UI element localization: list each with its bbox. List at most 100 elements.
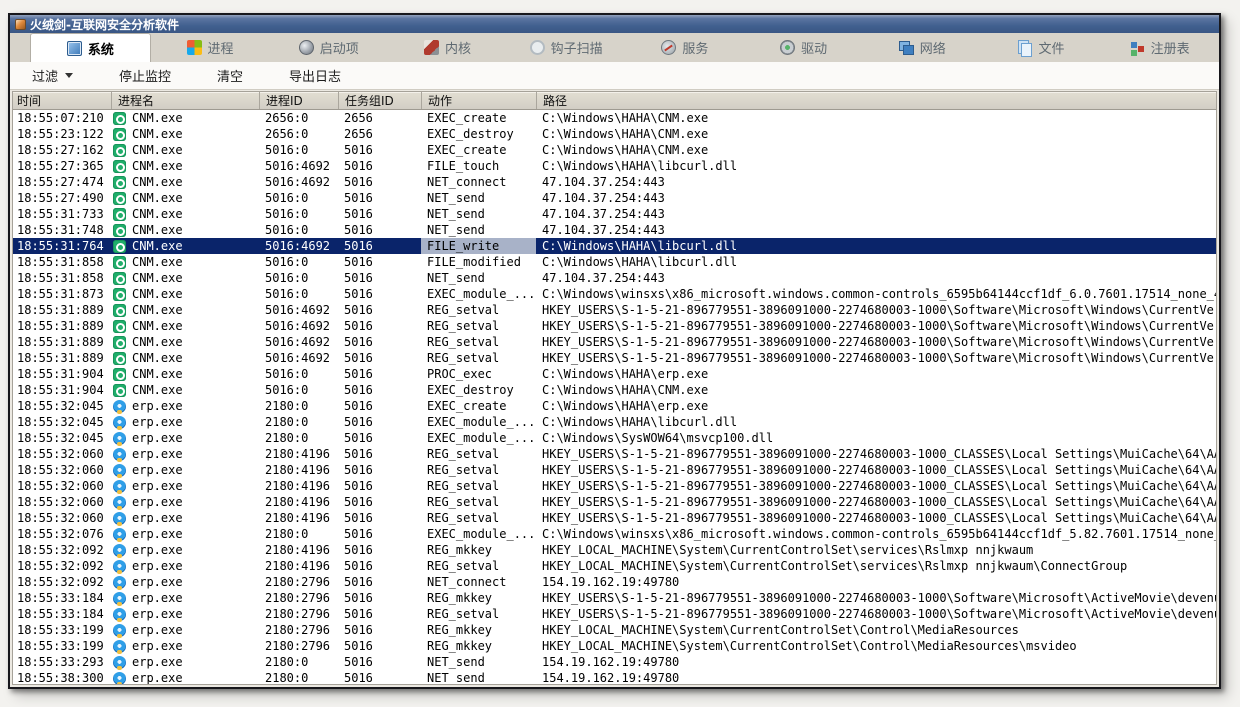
- process-name: CNM.exe: [132, 270, 183, 286]
- process-name: erp.exe: [132, 622, 183, 638]
- table-row[interactable]: 18:55:32:092 erp.exe 2180:4196 5016 REG_…: [13, 542, 1216, 558]
- table-row[interactable]: 18:55:31:904 CNM.exe 5016:0 5016 PROC_ex…: [13, 366, 1216, 382]
- cell-path: C:\Windows\winsxs\x86_microsoft.windows.…: [536, 526, 1216, 542]
- cell-gid: 5016: [338, 142, 421, 158]
- table-row[interactable]: 18:55:32:076 erp.exe 2180:0 5016 EXEC_mo…: [13, 526, 1216, 542]
- driver-disc-icon: [780, 40, 795, 55]
- table-row[interactable]: 18:55:32:045 erp.exe 2180:0 5016 EXEC_cr…: [13, 398, 1216, 414]
- column-header-5[interactable]: 路径: [536, 92, 1216, 109]
- table-row[interactable]: 18:55:32:045 erp.exe 2180:0 5016 EXEC_mo…: [13, 430, 1216, 446]
- cell-pid: 5016:0: [259, 286, 338, 302]
- cell-time: 18:55:27:474: [13, 174, 111, 190]
- table-row[interactable]: 18:55:31:748 CNM.exe 5016:0 5016 NET_sen…: [13, 222, 1216, 238]
- tab-startup[interactable]: 启动项: [269, 33, 388, 62]
- table-row[interactable]: 18:55:32:060 erp.exe 2180:4196 5016 REG_…: [13, 478, 1216, 494]
- table-row[interactable]: 18:55:27:474 CNM.exe 5016:4692 5016 NET_…: [13, 174, 1216, 190]
- process-name: erp.exe: [132, 398, 183, 414]
- cell-gid: 5016: [338, 254, 421, 270]
- cell-path: 47.104.37.254:443: [536, 222, 1216, 238]
- table-row[interactable]: 18:55:33:199 erp.exe 2180:2796 5016 REG_…: [13, 638, 1216, 654]
- table-row[interactable]: 18:55:32:060 erp.exe 2180:4196 5016 REG_…: [13, 494, 1216, 510]
- stop-monitor-button[interactable]: 停止监控: [119, 66, 171, 85]
- clear-button[interactable]: 清空: [217, 66, 243, 85]
- table-row[interactable]: 18:55:31:873 CNM.exe 5016:0 5016 EXEC_mo…: [13, 286, 1216, 302]
- table-row[interactable]: 18:55:32:092 erp.exe 2180:4196 5016 REG_…: [13, 558, 1216, 574]
- table-row[interactable]: 18:55:27:490 CNM.exe 5016:0 5016 NET_sen…: [13, 190, 1216, 206]
- cell-process: CNM.exe: [111, 222, 259, 238]
- cell-pid: 2180:0: [259, 526, 338, 542]
- cell-action: NET_connect: [421, 174, 536, 190]
- title-bar[interactable]: 火绒剑-互联网安全分析软件: [10, 15, 1219, 33]
- table-row[interactable]: 18:55:31:889 CNM.exe 5016:4692 5016 REG_…: [13, 302, 1216, 318]
- process-name: CNM.exe: [132, 382, 183, 398]
- cell-gid: 5016: [338, 510, 421, 526]
- button-label: 导出日志: [289, 66, 341, 85]
- tab-driver[interactable]: 驱动: [744, 33, 863, 62]
- column-header-2[interactable]: 进程ID: [259, 92, 338, 109]
- table-row[interactable]: 18:55:32:060 erp.exe 2180:4196 5016 REG_…: [13, 462, 1216, 478]
- export-log-button[interactable]: 导出日志: [289, 66, 341, 85]
- column-header-3[interactable]: 任务组ID: [338, 92, 421, 109]
- filter-button[interactable]: 过滤: [32, 66, 73, 85]
- table-row[interactable]: 18:55:33:184 erp.exe 2180:2796 5016 REG_…: [13, 590, 1216, 606]
- cell-process: CNM.exe: [111, 158, 259, 174]
- cell-action: NET_connect: [421, 574, 536, 590]
- table-row[interactable]: 18:55:31:858 CNM.exe 5016:0 5016 FILE_mo…: [13, 254, 1216, 270]
- column-header-1[interactable]: 进程名: [111, 92, 259, 109]
- cnm-process-icon: [113, 128, 126, 141]
- erp-process-icon: [113, 576, 126, 589]
- tab-services[interactable]: 服务: [626, 33, 745, 62]
- tab-hookscan[interactable]: 钩子扫描: [507, 33, 626, 62]
- cell-path: HKEY_USERS\S-1-5-21-896779551-3896091000…: [536, 446, 1216, 462]
- cnm-process-icon: [113, 336, 126, 349]
- cell-time: 18:55:31:858: [13, 270, 111, 286]
- table-row[interactable]: 18:55:31:889 CNM.exe 5016:4692 5016 REG_…: [13, 350, 1216, 366]
- table-row[interactable]: 18:55:32:092 erp.exe 2180:2796 5016 NET_…: [13, 574, 1216, 590]
- cell-gid: 5016: [338, 574, 421, 590]
- cell-process: CNM.exe: [111, 190, 259, 206]
- tab-network[interactable]: 网络: [863, 33, 982, 62]
- process-name: CNM.exe: [132, 158, 183, 174]
- cell-pid: 5016:0: [259, 382, 338, 398]
- table-row[interactable]: 18:55:23:122 CNM.exe 2656:0 2656 EXEC_de…: [13, 126, 1216, 142]
- cell-path: HKEY_LOCAL_MACHINE\System\CurrentControl…: [536, 622, 1216, 638]
- documents-icon: [1017, 40, 1032, 55]
- process-name: CNM.exe: [132, 222, 183, 238]
- tab-file[interactable]: 文件: [982, 33, 1101, 62]
- column-header-0[interactable]: 时间: [13, 92, 111, 109]
- tab-registry[interactable]: 注册表: [1100, 33, 1219, 62]
- table-row[interactable]: 18:55:31:764 CNM.exe 5016:4692 5016 FILE…: [13, 238, 1216, 254]
- table-row[interactable]: 18:55:31:889 CNM.exe 5016:4692 5016 REG_…: [13, 318, 1216, 334]
- cnm-process-icon: [113, 176, 126, 189]
- cell-action: REG_setval: [421, 494, 536, 510]
- cell-pid: 2656:0: [259, 126, 338, 142]
- cell-path: 47.104.37.254:443: [536, 190, 1216, 206]
- table-row[interactable]: 18:55:31:733 CNM.exe 5016:0 5016 NET_sen…: [13, 206, 1216, 222]
- table-row[interactable]: 18:55:32:060 erp.exe 2180:4196 5016 REG_…: [13, 446, 1216, 462]
- table-row[interactable]: 18:55:31:904 CNM.exe 5016:0 5016 EXEC_de…: [13, 382, 1216, 398]
- cell-gid: 5016: [338, 430, 421, 446]
- cell-action: REG_setval: [421, 606, 536, 622]
- table-row[interactable]: 18:55:33:293 erp.exe 2180:0 5016 NET_sen…: [13, 654, 1216, 670]
- column-header-4[interactable]: 动作: [421, 92, 536, 109]
- tab-kernel[interactable]: 内核: [388, 33, 507, 62]
- table-row[interactable]: 18:55:27:365 CNM.exe 5016:4692 5016 FILE…: [13, 158, 1216, 174]
- table-row[interactable]: 18:55:31:858 CNM.exe 5016:0 5016 NET_sen…: [13, 270, 1216, 286]
- cell-process: erp.exe: [111, 574, 259, 590]
- table-row[interactable]: 18:55:07:210 CNM.exe 2656:0 2656 EXEC_cr…: [13, 110, 1216, 126]
- services-gear-icon: [661, 40, 676, 55]
- table-row[interactable]: 18:55:33:199 erp.exe 2180:2796 5016 REG_…: [13, 622, 1216, 638]
- table-row[interactable]: 18:55:33:184 erp.exe 2180:2796 5016 REG_…: [13, 606, 1216, 622]
- cell-path: 47.104.37.254:443: [536, 270, 1216, 286]
- table-row[interactable]: 18:55:31:889 CNM.exe 5016:4692 5016 REG_…: [13, 334, 1216, 350]
- tab-process[interactable]: 进程: [151, 33, 270, 62]
- cell-process: CNM.exe: [111, 126, 259, 142]
- cell-time: 18:55:32:092: [13, 542, 111, 558]
- tab-system[interactable]: 系统: [30, 33, 151, 62]
- process-name: CNM.exe: [132, 350, 183, 366]
- table-row[interactable]: 18:55:27:162 CNM.exe 5016:0 5016 EXEC_cr…: [13, 142, 1216, 158]
- table-row[interactable]: 18:55:38:300 erp.exe 2180:0 5016 NET_sen…: [13, 670, 1216, 684]
- table-row[interactable]: 18:55:32:060 erp.exe 2180:4196 5016 REG_…: [13, 510, 1216, 526]
- table-row[interactable]: 18:55:32:045 erp.exe 2180:0 5016 EXEC_mo…: [13, 414, 1216, 430]
- cell-process: erp.exe: [111, 638, 259, 654]
